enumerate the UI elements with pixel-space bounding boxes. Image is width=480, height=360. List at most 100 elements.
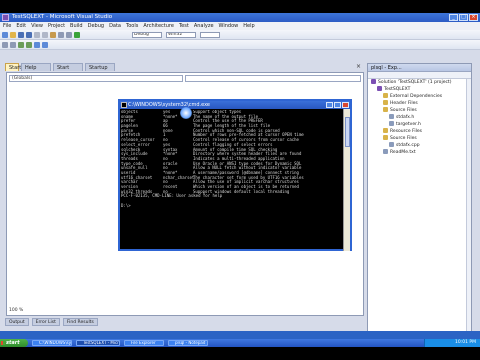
taskbar-button-explorer[interactable]: File Explorer — [124, 340, 164, 346]
save-all-icon[interactable] — [26, 32, 32, 38]
bottom-panel-tabs: Output Error List Find Results — [5, 318, 365, 327]
console-prompt[interactable]: D:\> — [121, 203, 343, 209]
tab-help[interactable]: Help — [21, 63, 51, 71]
taskbar-button-cmd[interactable]: C:\WINDOWS\system32... — [32, 340, 72, 346]
cmd-maximize-button[interactable] — [334, 102, 341, 108]
document-tabs: Start Help Start Page Startup — [5, 63, 365, 79]
tree-item-label: Source Files — [390, 108, 417, 113]
tree-item-label: Resource Files — [390, 129, 422, 134]
title-bar: TestSQLEXT - Microsoft Visual Studio _ □… — [0, 13, 480, 22]
mouse-cursor-highlight — [180, 107, 192, 119]
tree-item[interactable]: stdafx.cpp — [368, 142, 471, 149]
solution-explorer-title: plsql - Exp... — [368, 64, 471, 72]
cmd-minimize-button[interactable] — [326, 102, 333, 108]
bookmark-icon[interactable] — [34, 42, 40, 48]
menu-bar: File Edit View Project Build Debug Data Tools Ar… — [0, 22, 480, 30]
menu-item-window[interactable]: Window — [219, 22, 239, 30]
tab-error-list[interactable]: Error List — [31, 318, 60, 326]
tree-item-label: Header Files — [390, 101, 418, 106]
next-bookmark-icon[interactable] — [42, 42, 48, 48]
uncomment-icon[interactable] — [26, 42, 32, 48]
tab-start-page[interactable]: Start Page — [53, 63, 83, 79]
paste-icon[interactable] — [50, 32, 56, 38]
tree-item[interactable]: targetver.h — [368, 121, 471, 128]
menu-item-debug[interactable]: Debug — [88, 22, 104, 30]
tree-item[interactable]: Header Files — [368, 100, 471, 107]
maximize-button[interactable]: □ — [459, 14, 468, 21]
windows-logo-icon — [1, 341, 5, 345]
start-debug-icon[interactable] — [74, 32, 80, 38]
system-tray: 10:01 PM — [424, 339, 480, 347]
open-file-icon[interactable] — [10, 32, 16, 38]
menu-item-file[interactable]: File — [3, 22, 11, 30]
start-button[interactable]: start — [0, 339, 28, 347]
visual-studio-window: TestSQLEXT - Microsoft Visual Studio _ □… — [0, 13, 480, 347]
find-combo[interactable] — [200, 32, 220, 38]
close-tab-icon[interactable]: × — [356, 64, 362, 70]
comment-icon[interactable] — [18, 42, 24, 48]
text-editor-toolbar — [0, 40, 480, 50]
menu-item-edit[interactable]: Edit — [16, 22, 26, 30]
tab-startup[interactable]: Startup — [85, 63, 115, 71]
platform-select[interactable]: Win32 — [166, 32, 196, 38]
menu-item-build[interactable]: Build — [70, 22, 83, 30]
cmd-close-button[interactable] — [342, 102, 349, 108]
solution-tree: Solution 'TestSQLEXT' (1 project) TestSQL… — [368, 79, 471, 156]
save-icon[interactable] — [18, 32, 24, 38]
tree-item[interactable]: External Dependencies — [368, 93, 471, 100]
tab-start[interactable]: Start — [5, 63, 21, 71]
folder-icon — [383, 100, 388, 105]
menu-item-architecture[interactable]: Architecture — [143, 22, 174, 30]
taskbar-button-visual-studio[interactable]: TestSQLEXT - Microsoft... — [76, 340, 120, 346]
scroll-thumb[interactable] — [345, 117, 350, 147]
undo-icon[interactable] — [58, 32, 64, 38]
clock[interactable]: 10:01 PM — [455, 340, 476, 345]
scope-dropdown[interactable]: (Globals) — [9, 75, 183, 82]
menu-item-tools[interactable]: Tools — [126, 22, 138, 30]
tree-item[interactable]: TestSQLEXT — [368, 86, 471, 93]
tree-item[interactable]: Resource Files — [368, 128, 471, 135]
console-icon — [121, 102, 127, 108]
tree-item[interactable]: Source Files — [368, 135, 471, 142]
zoom-level[interactable]: 100 % — [9, 308, 23, 313]
menu-item-analyze[interactable]: Analyze — [194, 22, 214, 30]
folder-icon — [383, 93, 388, 98]
windows-taskbar: start C:\WINDOWS\system32... TestSQLEXT … — [0, 339, 480, 347]
cut-icon[interactable] — [34, 32, 40, 38]
menu-item-data[interactable]: Data — [109, 22, 121, 30]
configuration-select[interactable]: Debug — [132, 32, 162, 38]
folder-icon — [389, 142, 394, 147]
new-project-icon[interactable] — [2, 32, 8, 38]
member-dropdown[interactable] — [185, 75, 361, 82]
tab-find-results[interactable]: Find Results — [62, 318, 98, 326]
cmd-title-bar[interactable]: C:\WINDOWS\system32\cmd.exe — [120, 101, 350, 109]
tab-output[interactable]: Output — [5, 318, 29, 326]
tree-item-label: ReadMe.txt — [390, 150, 416, 155]
tree-item[interactable]: ReadMe.txt — [368, 149, 471, 156]
close-button[interactable]: × — [469, 14, 478, 21]
tree-item[interactable]: stdafx.h — [368, 114, 471, 121]
tree-item-label: stdafx.h — [396, 115, 415, 120]
tree-item[interactable]: Solution 'TestSQLEXT' (1 project) — [368, 79, 471, 86]
cmd-scrollbar[interactable] — [343, 109, 350, 251]
command-prompt-window[interactable]: C:\WINDOWS\system32\cmd.exe objects yes Su… — [118, 99, 352, 251]
copy-icon[interactable] — [42, 32, 48, 38]
console-output[interactable]: objects yes Support object types oname *none… — [121, 110, 343, 251]
outdent-icon[interactable] — [10, 42, 16, 48]
start-label: start — [6, 340, 20, 346]
tree-item-label: TestSQLEXT — [384, 87, 411, 92]
menu-item-view[interactable]: View — [31, 22, 43, 30]
menu-item-help[interactable]: Help — [243, 22, 254, 30]
menu-item-project[interactable]: Project — [48, 22, 65, 30]
solution-explorer-scrollbar[interactable] — [466, 79, 471, 333]
status-bar — [0, 331, 480, 339]
visual-studio-icon — [2, 14, 9, 21]
menu-item-test[interactable]: Test — [179, 22, 189, 30]
indent-icon[interactable] — [2, 42, 8, 48]
redo-icon[interactable] — [66, 32, 72, 38]
minimize-button[interactable]: _ — [449, 14, 458, 21]
tree-item-label: Solution 'TestSQLEXT' (1 project) — [378, 80, 452, 85]
taskbar-button-notepad[interactable]: plsql - Notepad — [168, 340, 208, 346]
solution-explorer: plsql - Exp... Solution 'TestSQLEXT' (1 … — [367, 63, 472, 341]
tree-item[interactable]: Source Files — [368, 107, 471, 114]
